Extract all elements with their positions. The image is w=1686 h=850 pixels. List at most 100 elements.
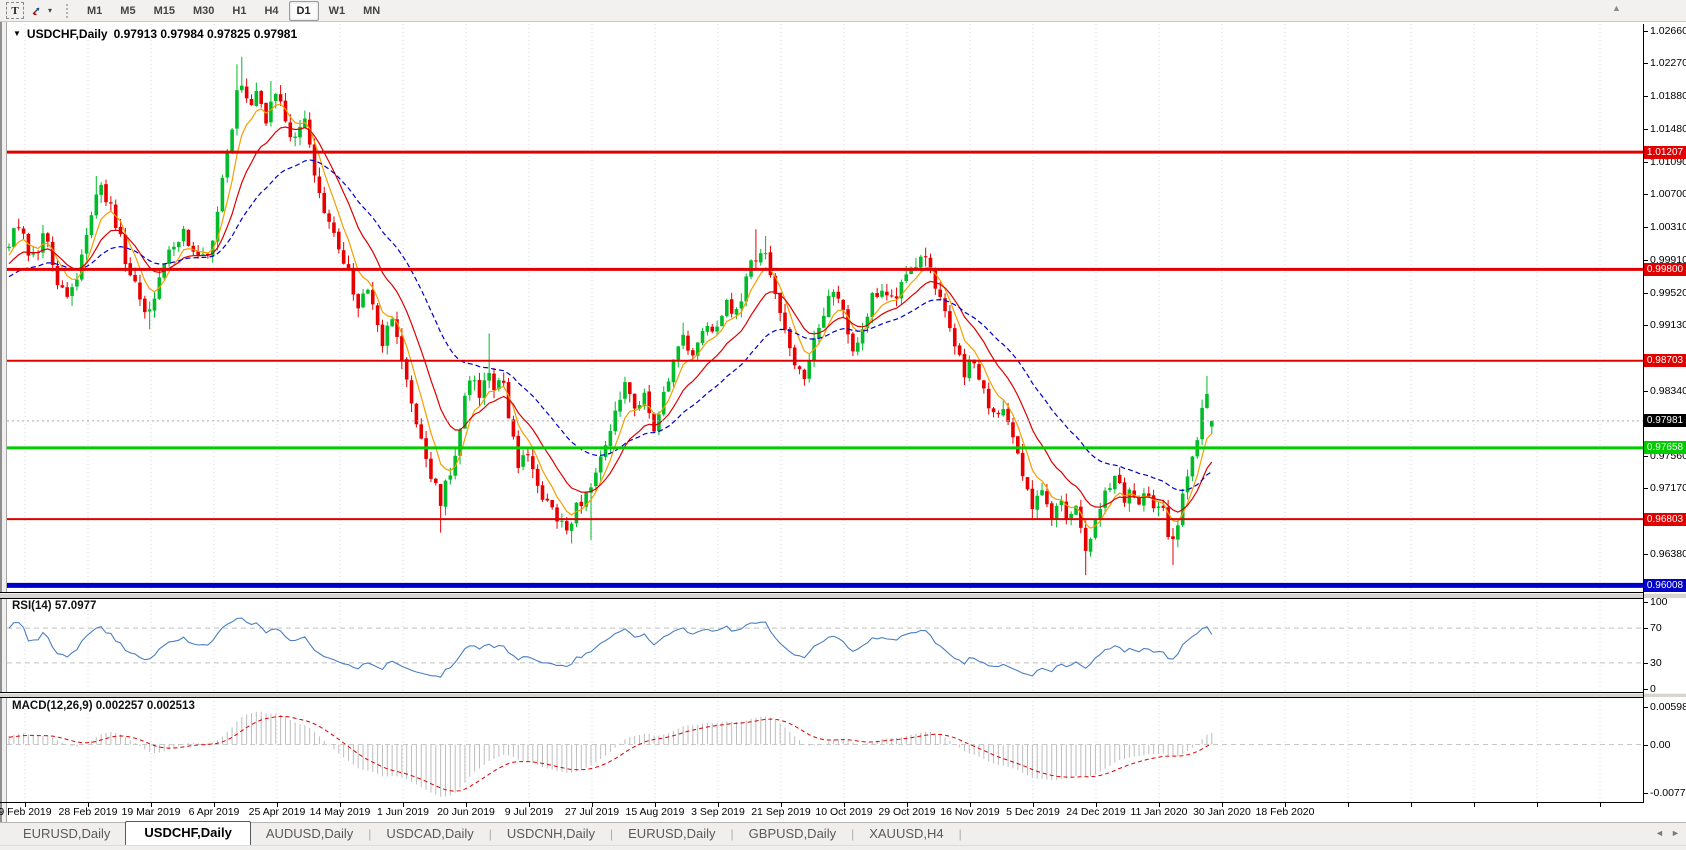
status-strip bbox=[0, 845, 1686, 850]
timeframe-button-m15[interactable]: M15 bbox=[146, 1, 183, 21]
price-axis-tick bbox=[1643, 162, 1648, 163]
date-axis-label: 29 Oct 2019 bbox=[878, 806, 935, 818]
date-axis-label: 15 Aug 2019 bbox=[626, 806, 685, 818]
rsi-axis-label: 100 bbox=[1650, 596, 1686, 608]
drawing-tool-button[interactable]: ▾ bbox=[26, 2, 56, 19]
chart-tab-eurusd-5[interactable]: EURUSD,Daily bbox=[613, 823, 730, 845]
date-axis-tick bbox=[1537, 803, 1538, 807]
price-level-badge: 0.98703 bbox=[1644, 354, 1686, 367]
price-axis-label: 1.00310 bbox=[1650, 221, 1686, 233]
date-axis-label: 11 Jan 2020 bbox=[1130, 806, 1187, 818]
price-axis-tick bbox=[1643, 456, 1648, 457]
date-axis-label: 19 Mar 2019 bbox=[122, 806, 181, 818]
date-axis-label: 18 Feb 2020 bbox=[1256, 806, 1315, 818]
date-axis-label: 1 Jun 2019 bbox=[377, 806, 429, 818]
timeframe-button-h1[interactable]: H1 bbox=[224, 1, 254, 21]
chart-tab-usdcnh-4[interactable]: USDCNH,Daily bbox=[492, 823, 610, 845]
macd-axis-label: -0.007737 bbox=[1650, 787, 1686, 799]
date-axis-label: 28 Feb 2019 bbox=[59, 806, 118, 818]
rsi-axis-tick bbox=[1643, 663, 1648, 664]
price-axis-label: 0.99130 bbox=[1650, 319, 1686, 331]
date-axis-tick bbox=[1474, 803, 1475, 807]
chart-symbol-label: USDCHF,Daily bbox=[27, 27, 108, 41]
price-axis-tick bbox=[1643, 31, 1648, 32]
toolbar-overflow-icon[interactable]: ▲ bbox=[1612, 3, 1621, 13]
chart-tab-usdcad-3[interactable]: USDCAD,Daily bbox=[371, 823, 488, 845]
date-axis-label: 20 Jun 2019 bbox=[437, 806, 495, 818]
price-axis-label: 1.02660 bbox=[1650, 25, 1686, 37]
price-axis-label: 1.01880 bbox=[1650, 90, 1686, 102]
price-level-badge: 0.96008 bbox=[1644, 579, 1686, 592]
macd-axis-label: 0.00 bbox=[1650, 739, 1686, 751]
date-axis-label: 24 Dec 2019 bbox=[1066, 806, 1126, 818]
toolbar-drag-handle[interactable] bbox=[66, 4, 71, 18]
chart-tab-audusd-2[interactable]: AUDUSD,Daily bbox=[251, 823, 368, 845]
price-level-badge: 0.96803 bbox=[1644, 513, 1686, 526]
date-axis-label: 6 Apr 2019 bbox=[189, 806, 240, 818]
date-axis-label: 10 Oct 2019 bbox=[815, 806, 872, 818]
date-axis-label: 14 May 2019 bbox=[310, 806, 371, 818]
price-level-badge: 0.99800 bbox=[1644, 263, 1686, 276]
tab-scroll-left-icon[interactable]: ◄ bbox=[1655, 828, 1664, 838]
chevron-down-icon: ▾ bbox=[48, 6, 52, 15]
symbol-dropdown-icon[interactable]: ▼ bbox=[13, 29, 21, 38]
date-axis-label: 9 Jul 2019 bbox=[505, 806, 553, 818]
price-axis-label: 0.98340 bbox=[1650, 385, 1686, 397]
text-tool-button[interactable]: T bbox=[6, 2, 24, 19]
price-axis-label: 1.01480 bbox=[1650, 123, 1686, 135]
price-axis-tick bbox=[1643, 391, 1648, 392]
price-axis-tick bbox=[1643, 325, 1648, 326]
rsi-axis-tick bbox=[1643, 602, 1648, 603]
price-axis-tick bbox=[1643, 293, 1648, 294]
rsi-indicator-panel[interactable] bbox=[7, 598, 1643, 692]
chart-tab-xauusd-7[interactable]: XAUUSD,H4 bbox=[854, 823, 958, 845]
date-axis-label: 9 Feb 2019 bbox=[0, 806, 52, 818]
date-axis-tick bbox=[1600, 803, 1601, 807]
timeframe-button-h4[interactable]: H4 bbox=[256, 1, 286, 21]
price-axis-label: 0.96380 bbox=[1650, 548, 1686, 560]
date-axis-tick bbox=[1348, 803, 1349, 807]
chart-tab-bar: EURUSD,DailyUSDCHF,DailyAUDUSD,Daily|USD… bbox=[0, 822, 1686, 845]
price-level-badge: 1.01207 bbox=[1644, 146, 1686, 159]
price-axis-label: 1.00700 bbox=[1650, 188, 1686, 200]
timeframe-button-m30[interactable]: M30 bbox=[185, 1, 222, 21]
rsi-panel-top-border bbox=[0, 598, 1644, 599]
chart-tab-gbpusd-6[interactable]: GBPUSD,Daily bbox=[734, 823, 851, 845]
date-axis-label: 21 Sep 2019 bbox=[751, 806, 811, 818]
date-axis-tick bbox=[1411, 803, 1412, 807]
chart-tab-usdchf-1[interactable]: USDCHF,Daily bbox=[125, 821, 250, 845]
timeframe-button-mn[interactable]: MN bbox=[355, 1, 388, 21]
tab-separator: | bbox=[959, 827, 962, 845]
price-axis-tick bbox=[1643, 129, 1648, 130]
chart-title: ▼ USDCHF,Daily 0.97913 0.97984 0.97825 0… bbox=[13, 27, 297, 41]
main-price-chart[interactable] bbox=[7, 24, 1643, 592]
macd-label: MACD(12,26,9) 0.002257 0.002513 bbox=[12, 700, 195, 712]
price-axis-tick bbox=[1643, 260, 1648, 261]
window-left-frame bbox=[0, 22, 7, 847]
rsi-axis-tick bbox=[1643, 628, 1648, 629]
price-axis-label: 0.97170 bbox=[1650, 482, 1686, 494]
date-axis-label: 30 Jan 2020 bbox=[1193, 806, 1251, 818]
price-axis-tick bbox=[1643, 554, 1648, 555]
macd-indicator-panel[interactable] bbox=[7, 697, 1643, 802]
macd-axis-tick bbox=[1643, 745, 1648, 746]
price-axis-tick bbox=[1643, 227, 1648, 228]
timeframe-button-m1[interactable]: M1 bbox=[79, 1, 110, 21]
date-axis-border bbox=[0, 802, 1644, 803]
rsi-axis-label: 70 bbox=[1650, 622, 1686, 634]
rsi-axis-label: 0 bbox=[1650, 683, 1686, 695]
chart-tab-eurusd-0[interactable]: EURUSD,Daily bbox=[8, 823, 125, 845]
chart-ohlc-values: 0.97913 0.97984 0.97825 0.97981 bbox=[114, 27, 298, 41]
timeframe-button-m5[interactable]: M5 bbox=[112, 1, 143, 21]
macd-axis-tick bbox=[1643, 707, 1648, 708]
price-axis-tick bbox=[1643, 96, 1648, 97]
macd-axis-label: 0.005986 bbox=[1650, 701, 1686, 713]
price-axis-tick bbox=[1643, 194, 1648, 195]
timeframe-button-w1[interactable]: W1 bbox=[321, 1, 354, 21]
mt4-application-window: T ▾ M1M5M15M30H1H4D1W1MN ▲ ▼ USDCHF,Dail… bbox=[0, 0, 1686, 850]
timeframe-button-d1[interactable]: D1 bbox=[289, 1, 319, 21]
tab-scroll-right-icon[interactable]: ► bbox=[1671, 828, 1680, 838]
rsi-label: RSI(14) 57.0977 bbox=[12, 600, 96, 612]
date-axis-label: 5 Dec 2019 bbox=[1006, 806, 1060, 818]
date-axis-label: 25 Apr 2019 bbox=[249, 806, 306, 818]
